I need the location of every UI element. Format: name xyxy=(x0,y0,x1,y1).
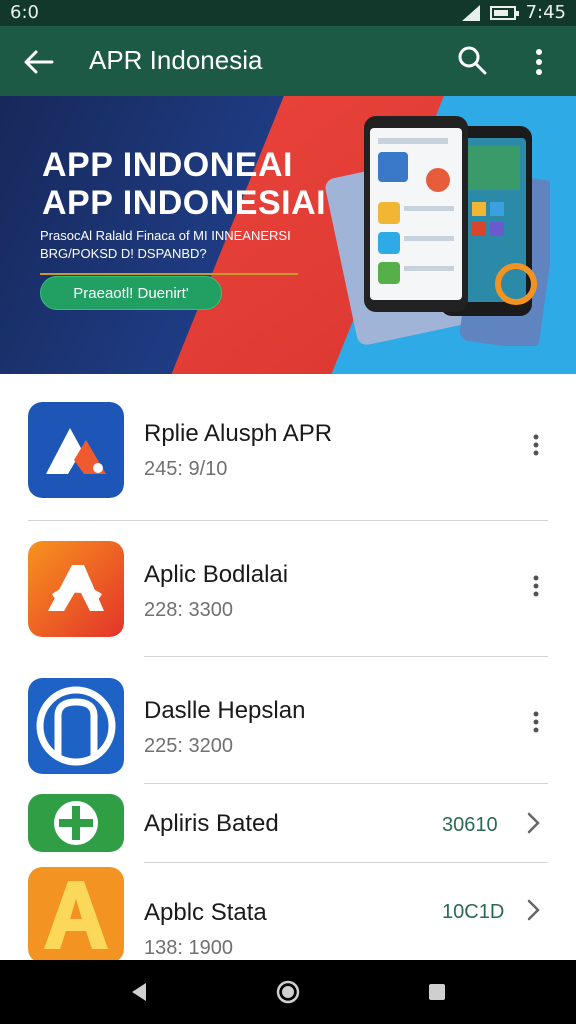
banner-subtitle-1: PrasocAl Ralald Finaca of MI INNEANERSI xyxy=(40,228,291,243)
app-icon-a xyxy=(28,402,124,498)
list-item[interactable]: Aplic Bodlalai 228: 3300 xyxy=(0,521,576,656)
app-name: Rplie Alusph APR xyxy=(144,420,333,447)
chevron-right-icon[interactable] xyxy=(522,895,544,925)
app-icon-e xyxy=(28,867,124,963)
list-item[interactable]: Apblc Stata 138: 1900 10C1D xyxy=(0,863,576,963)
app-icon-b xyxy=(28,541,124,637)
system-nav-bar xyxy=(0,960,576,1024)
home-circle-icon[interactable] xyxy=(273,977,303,1007)
app-meta: 245: 9/10 xyxy=(144,458,228,480)
app-icon-c xyxy=(28,678,124,774)
app-meta: 225: 3200 xyxy=(144,735,233,757)
promo-banner[interactable]: APP INDONEAI APP INDONESIAI PrasocAl Ral… xyxy=(0,96,576,374)
app-name: Daslle Hepslan xyxy=(144,697,306,724)
signal-icon xyxy=(461,4,480,21)
app-name: Apliris Bated xyxy=(144,810,279,837)
more-vertical-icon[interactable] xyxy=(524,707,548,737)
status-bar: 6:0 7:45 xyxy=(0,0,576,26)
list-item[interactable]: Daslle Hepslan 225: 3200 xyxy=(0,657,576,783)
banner-cta-button[interactable]: Praeaotl! Duenirt' xyxy=(40,276,222,310)
app-meta: 138: 1900 xyxy=(144,937,233,959)
chevron-right-icon[interactable] xyxy=(522,808,544,838)
list-item[interactable]: Rplie Alusph APR 245: 9/10 xyxy=(0,374,576,520)
status-icons: 7:45 xyxy=(461,2,566,23)
back-triangle-icon[interactable] xyxy=(124,977,154,1007)
app-name: Aplic Bodlalai xyxy=(144,561,289,588)
banner-divider xyxy=(40,273,298,275)
search-icon[interactable] xyxy=(454,42,490,78)
list-item[interactable]: Apliris Bated 30610 xyxy=(0,784,576,862)
app-meta: 228: 3300 xyxy=(144,599,233,621)
back-arrow-icon[interactable] xyxy=(18,42,58,82)
app-value: 10C1D xyxy=(442,901,505,923)
app-name: Apblc Stata xyxy=(144,899,267,926)
app-bar: APR Indonesia xyxy=(0,26,576,96)
app-title: APR Indonesia xyxy=(89,45,263,75)
recents-square-icon[interactable] xyxy=(422,977,452,1007)
more-vertical-icon[interactable] xyxy=(524,430,548,460)
banner-heading-1: APP INDONEAI xyxy=(42,146,293,184)
banner-subtitle-2: BRG/POKSD D! DSPANBD? xyxy=(40,246,207,261)
app-value: 30610 xyxy=(442,814,498,836)
phones-illustration-icon xyxy=(325,116,550,346)
banner-heading-2: APP INDONESIAI xyxy=(42,184,327,222)
more-vertical-icon[interactable] xyxy=(524,571,548,601)
app-icon-d xyxy=(28,794,124,852)
battery-icon xyxy=(489,5,519,20)
status-time-right: 7:45 xyxy=(525,2,566,23)
status-time-left: 6:0 xyxy=(10,2,39,23)
more-vertical-icon[interactable] xyxy=(524,42,554,82)
